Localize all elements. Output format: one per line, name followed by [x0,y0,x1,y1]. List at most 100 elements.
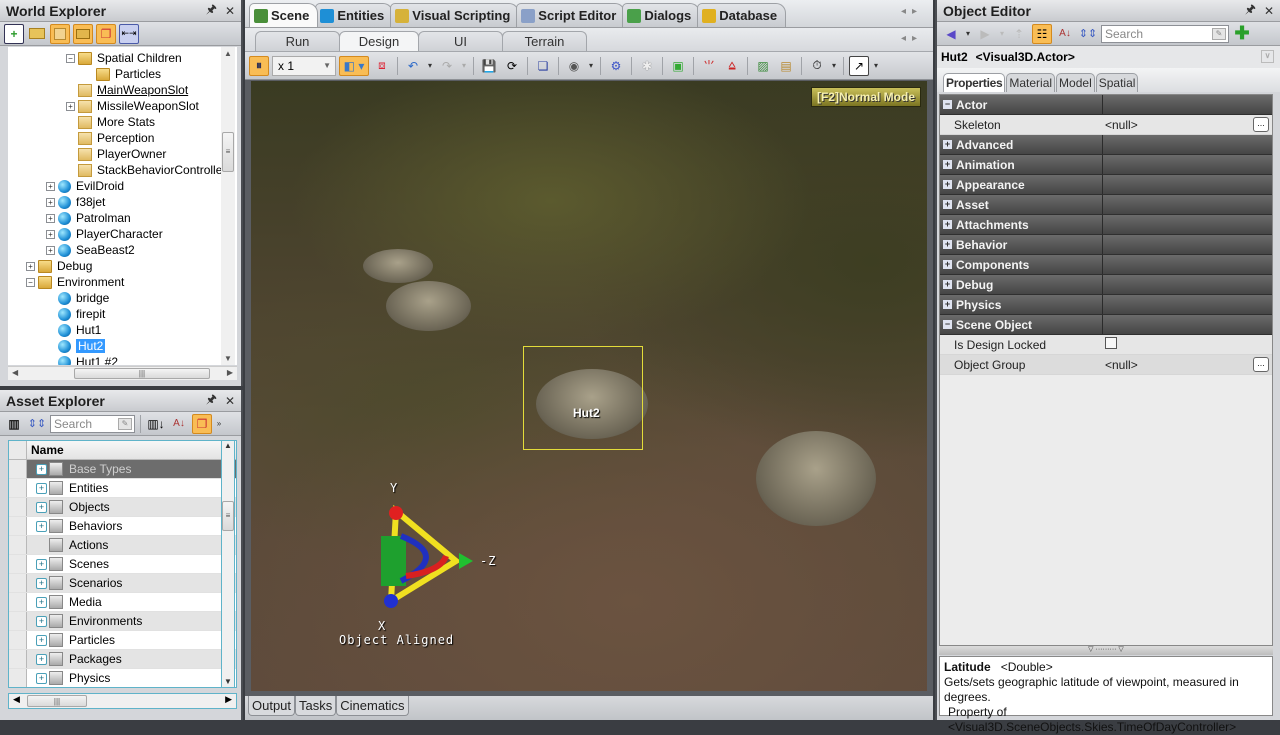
expand-icon[interactable]: + [943,260,952,269]
expand-icon[interactable]: + [46,229,55,239]
tree-item[interactable]: StackBehaviorController [66,162,226,178]
tree-item[interactable]: + Debug [26,258,92,274]
tab-script-editor[interactable]: Script Editor [516,3,626,27]
category-scene-object[interactable]: − Scene Object [940,315,1272,335]
skeleton-icon[interactable]: ⺌ [699,56,719,76]
asset-row[interactable]: + Physics [9,669,236,687]
expand-icon[interactable]: + [36,596,47,608]
terrain-icon[interactable]: ⩠ [722,56,742,76]
add-entity-icon[interactable]: + [4,23,24,44]
category-behavior[interactable]: + Behavior [940,235,1272,255]
sort-az-icon[interactable]: A↓ [169,414,189,434]
asset-row[interactable]: + Base Types [9,460,236,479]
filter-objects-icon[interactable] [50,23,70,44]
tree-item[interactable]: − Spatial Children [66,50,182,66]
layers-icon[interactable]: ❏ [533,56,553,76]
bottom-tab-tasks[interactable]: Tasks [295,696,337,716]
expand-icon[interactable]: + [943,300,952,309]
category-advanced[interactable]: + Advanced [940,135,1272,155]
expand-icon[interactable]: + [36,520,47,532]
property-row[interactable]: Is Design Locked [940,335,1272,355]
expand-icon[interactable]: + [36,482,47,494]
world-tree-vscrollbar[interactable]: ▲ ≡ ▼ [221,47,235,365]
expand-collapse-icon[interactable]: ⇕⇕ [1078,24,1098,44]
expand-icon[interactable]: + [943,220,952,229]
add-asset-icon[interactable]: ▥ [4,414,24,434]
pin-icon[interactable]: 🖈 [206,0,217,21]
world-explorer-tree[interactable]: − Spatial Children Particles MainWeaponSlot… [8,47,237,365]
expand-icon[interactable]: + [46,213,55,223]
overflow-icon[interactable]: » [215,419,223,428]
ellipsis-button[interactable]: ... [1253,357,1269,372]
bottom-tab-cinematics[interactable]: Cinematics [336,696,409,716]
forward-icon[interactable]: ▶ [975,24,995,44]
image-icon[interactable]: ▨ [753,56,773,76]
expand-icon[interactable]: + [46,181,55,191]
expand-icon[interactable]: + [943,280,952,289]
asset-search-input[interactable]: Search ✎ [50,414,135,433]
tree-item[interactable]: + SeaBeast2 [46,242,135,258]
property-value[interactable]: <null> [1105,118,1272,132]
tab-dialogs[interactable]: Dialogs [622,3,701,27]
subtab-terrain[interactable]: Terrain [502,31,587,51]
expand-icon[interactable]: + [36,634,47,646]
expand-icon[interactable]: + [36,615,47,627]
design-locked-checkbox[interactable] [1105,337,1117,349]
collapse-icon[interactable]: − [943,320,952,329]
hscroll-thumb[interactable]: ||| [74,368,210,379]
asset-row[interactable]: + Media [9,593,236,612]
redo-icon[interactable]: ↷ [437,56,457,76]
expand-icon[interactable]: + [46,197,55,207]
asset-row[interactable]: + Environments [9,612,236,631]
close-icon[interactable]: ✕ [1264,4,1274,18]
sort-az-icon[interactable]: A↓ [1055,24,1075,44]
expand-icon[interactable]: + [943,200,952,209]
property-row[interactable]: Object Group <null>... [940,355,1272,375]
tree-item[interactable]: More Stats [66,114,155,130]
back-icon[interactable]: ◀ [941,24,961,44]
asset-row[interactable]: + Scenarios [9,574,236,593]
editor-tab-properties[interactable]: Properties [943,73,1006,92]
hscroll-thumb[interactable]: ||| [27,695,87,707]
collapse-icon[interactable]: − [66,53,75,63]
tree-item[interactable]: Hut2 [46,338,106,354]
property-search-input[interactable]: Search ✎ [1101,24,1229,43]
editor-tab-spatial[interactable]: Spatial [1095,73,1139,92]
tree-item[interactable]: + PlayerCharacter [46,226,163,242]
tab-visual-scripting[interactable]: Visual Scripting [390,3,520,27]
subtab-design[interactable]: Design [339,31,419,51]
pin-icon[interactable]: 🖈 [206,390,217,411]
category-asset[interactable]: + Asset [940,195,1272,215]
expand-collapse-icon[interactable]: ⇕⇕ [27,414,47,434]
tab-scene[interactable]: Scene [249,3,319,27]
asset-hscrollbar[interactable]: ◀ ||| ▶ [8,693,237,709]
asset-row[interactable]: + Scenes [9,555,236,574]
chevron-down-icon[interactable]: ∨ [1261,50,1274,63]
stopwatch-icon[interactable]: ⏱ [807,56,827,76]
property-value[interactable]: <null> [1105,358,1272,372]
world-tree-hscrollbar[interactable]: ◀ ||| ▶ [8,366,237,380]
expand-icon[interactable]: + [36,463,47,475]
expand-icon[interactable]: + [36,577,47,589]
close-icon[interactable]: ✕ [225,4,235,18]
asset-grid[interactable]: Name + Base Types + Entities + Objects + Behavi… [8,440,237,688]
subtab-scroll-arrows[interactable]: ◂▸ [901,33,923,44]
expand-icon[interactable]: + [36,558,47,570]
expand-icon[interactable]: + [943,140,952,149]
subtab-ui[interactable]: UI [418,31,503,51]
save-icon[interactable]: 💾 [479,56,499,76]
up-icon[interactable]: ⇡ [1009,24,1029,44]
3d-viewport[interactable]: [F2]Normal Mode Hut2 Y -Z X Object Align… [251,81,927,691]
add-folder-icon[interactable] [27,24,47,44]
ellipsis-button[interactable]: ... [1253,117,1269,132]
sort-columns-icon[interactable]: ▥↓ [146,414,166,434]
vscroll-thumb[interactable]: ≡ [222,501,234,531]
pause-icon[interactable]: ⏸ [249,55,269,76]
tree-item[interactable]: PlayerOwner [66,146,166,162]
asset-row[interactable]: + Packages [9,650,236,669]
expand-icon[interactable]: + [36,653,47,665]
tree-item[interactable]: − Environment [26,274,124,290]
cube-icon[interactable]: ▣ [668,56,688,76]
subtab-run[interactable]: Run [255,31,340,51]
selection-mode-icon[interactable]: ◧ ▾ [339,55,369,76]
